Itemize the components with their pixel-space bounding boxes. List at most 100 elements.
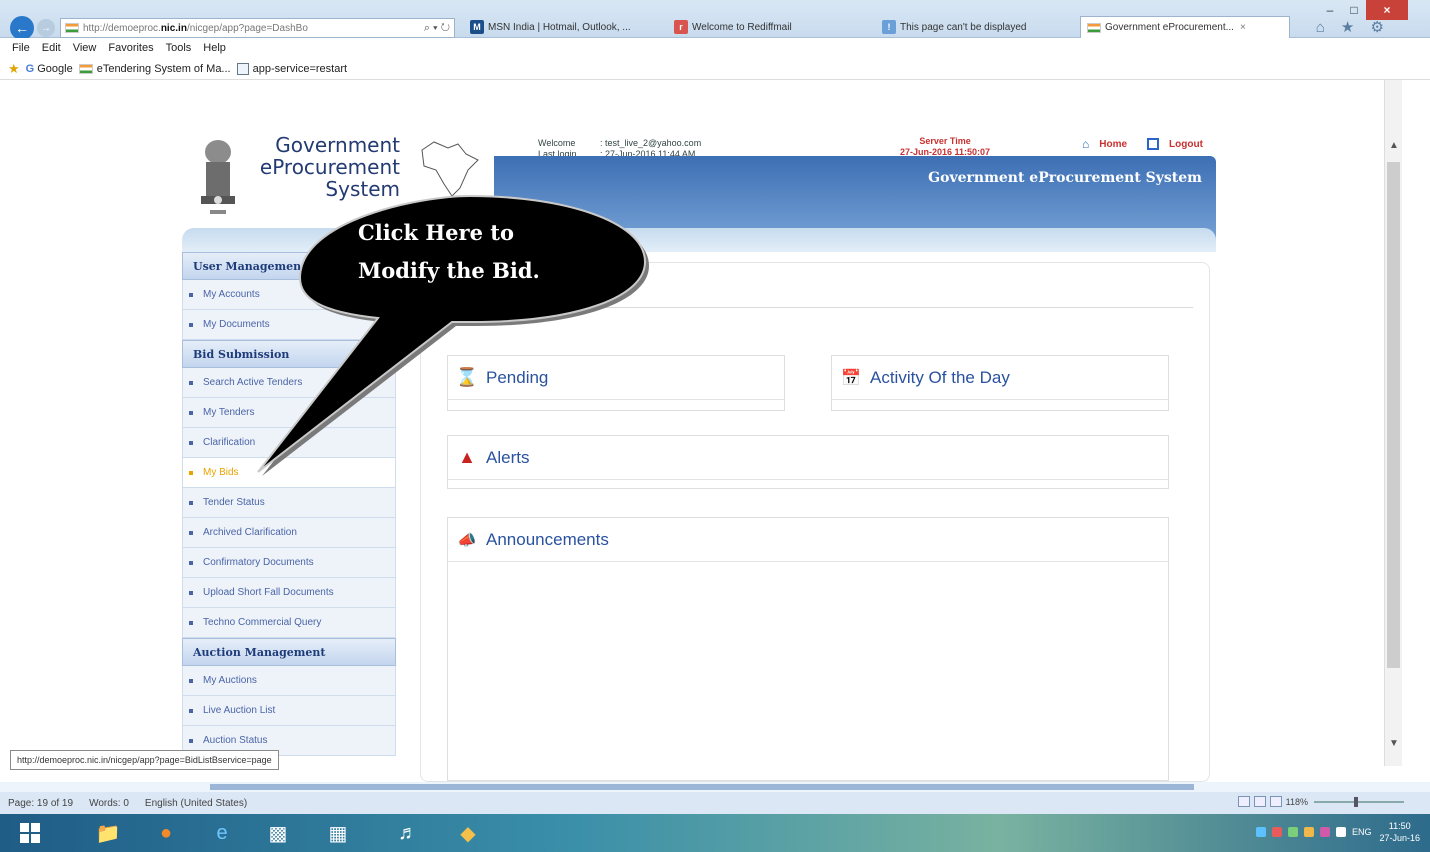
sidebar-item-label: My Bids bbox=[203, 467, 239, 478]
sidebar-menu: User Management My Accounts My Documents… bbox=[182, 252, 396, 756]
address-bar[interactable]: http://demoeproc. nic.in/nicgep/app?page=… bbox=[60, 18, 455, 38]
sidebar-item-search-active-tenders[interactable]: Search Active Tenders bbox=[182, 368, 396, 398]
alerts-header[interactable]: ▲ Alerts bbox=[448, 436, 1168, 480]
sidebar-item-tender-status[interactable]: Tender Status bbox=[182, 488, 396, 518]
server-time-label: Server Time bbox=[919, 136, 971, 146]
sidebar-item-label: Techno Commercial Query bbox=[203, 617, 322, 628]
close-button[interactable]: × bbox=[1366, 0, 1408, 20]
window-controls: – □ × bbox=[1318, 0, 1408, 20]
logout-link[interactable]: Logout bbox=[1147, 137, 1213, 151]
sidebar-item-my-auctions[interactable]: My Auctions bbox=[182, 666, 396, 696]
taskbar-clock[interactable]: 11:50 27-Jun-16 bbox=[1379, 820, 1420, 844]
input-language[interactable]: ENG bbox=[1352, 827, 1372, 837]
activity-panel: 📅 Activity Of the Day bbox=[831, 355, 1169, 411]
sidebar-item-confirmatory-documents[interactable]: Confirmatory Documents bbox=[182, 548, 396, 578]
publisher-icon[interactable]: ▦ bbox=[316, 818, 360, 848]
favorite-google[interactable]: G Google bbox=[26, 63, 73, 75]
scroll-thumb[interactable] bbox=[1387, 162, 1400, 668]
tray-update-icon[interactable] bbox=[1287, 827, 1298, 837]
tray-network-icon[interactable] bbox=[1255, 827, 1266, 837]
sidebar-item-label: My Tenders bbox=[203, 407, 255, 418]
full-screen-icon[interactable] bbox=[1253, 796, 1266, 807]
favorite-etendering[interactable]: eTendering System of Ma... bbox=[78, 63, 231, 75]
address-actions[interactable]: ⌕ ▾ ↻ bbox=[424, 22, 450, 35]
menu-view[interactable]: View bbox=[73, 42, 97, 54]
back-button[interactable]: ← bbox=[10, 16, 34, 40]
bullet-icon bbox=[189, 530, 193, 535]
bullet-icon bbox=[189, 560, 193, 565]
word-count[interactable]: Words: 0 bbox=[89, 798, 129, 809]
favorite-app-service[interactable]: app-service=restart bbox=[236, 62, 348, 75]
scroll-up-icon[interactable]: ▲ bbox=[1385, 136, 1403, 154]
page-count[interactable]: Page: 19 of 19 bbox=[8, 798, 73, 809]
home-link[interactable]: ⌂ Home bbox=[1082, 137, 1137, 151]
megaphone-icon: 📣 bbox=[457, 531, 477, 549]
sidebar-item-upload-short-fall-documents[interactable]: Upload Short Fall Documents bbox=[182, 578, 396, 608]
view-controls: 118% bbox=[1237, 796, 1410, 807]
announcements-title: Announcements bbox=[486, 529, 609, 549]
browser-toolbar-icons[interactable]: ⌂ ★ ⚙ bbox=[1316, 18, 1390, 36]
sidebar-item-my-tenders[interactable]: My Tenders bbox=[182, 398, 396, 428]
sidebar-item-label: Live Auction List bbox=[203, 705, 276, 716]
print-layout-icon[interactable] bbox=[1237, 796, 1250, 807]
bullet-icon bbox=[189, 322, 193, 327]
windows-logo-icon bbox=[20, 823, 40, 843]
tab-close-icon[interactable]: × bbox=[1240, 22, 1246, 33]
hscroll-thumb[interactable] bbox=[210, 784, 1194, 790]
forward-button[interactable]: → bbox=[37, 19, 55, 37]
home-label: Home bbox=[1099, 138, 1128, 150]
favorites-star-icon[interactable]: ★ bbox=[8, 61, 20, 77]
file-explorer-icon[interactable]: 📁 bbox=[86, 818, 130, 848]
sidebar-item-label: Confirmatory Documents bbox=[203, 557, 314, 568]
tab-error-page[interactable]: ! This page can't be displayed bbox=[876, 16, 1076, 38]
favorite-label: app-service=restart bbox=[252, 62, 348, 75]
menu-tools[interactable]: Tools bbox=[166, 42, 192, 54]
menu-help[interactable]: Help bbox=[203, 42, 226, 54]
pending-header[interactable]: ⌛ Pending bbox=[448, 356, 784, 400]
tab-msn[interactable]: M MSN India | Hotmail, Outlook, ... bbox=[464, 16, 664, 38]
msn-icon: M bbox=[470, 20, 484, 34]
sidebar-item-label: Archived Clarification bbox=[203, 527, 297, 538]
horizontal-scrollbar[interactable] bbox=[0, 782, 1430, 792]
tray-security-icon[interactable] bbox=[1271, 827, 1282, 837]
menu-favorites[interactable]: Favorites bbox=[108, 42, 153, 54]
zoom-level[interactable]: 118% bbox=[1286, 797, 1308, 807]
windows-taskbar: 📁 ● e ▩ ▦ ♬ ◆ ENG 11:50 27-Jun-16 bbox=[0, 814, 1430, 852]
tab-rediff[interactable]: r Welcome to Rediffmail bbox=[668, 16, 868, 38]
start-button[interactable] bbox=[8, 818, 52, 848]
language-status[interactable]: English (United States) bbox=[145, 798, 247, 809]
announcements-header[interactable]: 📣 Announcements bbox=[448, 518, 1168, 562]
sidebar-item-techno-commercial-query[interactable]: Techno Commercial Query bbox=[182, 608, 396, 638]
scroll-down-icon[interactable]: ▼ bbox=[1385, 734, 1403, 752]
web-layout-icon[interactable] bbox=[1269, 796, 1282, 807]
menu-edit[interactable]: Edit bbox=[42, 42, 61, 54]
minimize-button[interactable]: – bbox=[1318, 0, 1342, 20]
sidebar-item-my-bids[interactable]: My Bids bbox=[182, 458, 396, 488]
vertical-scrollbar[interactable]: ▲ ▼ bbox=[1384, 80, 1402, 766]
bullet-icon bbox=[189, 470, 193, 475]
firefox-icon[interactable]: ● bbox=[144, 818, 188, 848]
bluestacks-icon[interactable]: ◆ bbox=[446, 818, 490, 848]
zoom-slider[interactable] bbox=[1314, 796, 1404, 807]
tray-volume-icon[interactable] bbox=[1335, 827, 1346, 837]
site-logo[interactable]: Government eProcurement System bbox=[254, 134, 400, 200]
callout-line-1: Click Here to bbox=[358, 220, 514, 245]
sidebar-item-clarification[interactable]: Clarification bbox=[182, 428, 396, 458]
sidebar-item-live-auction-list[interactable]: Live Auction List bbox=[182, 696, 396, 726]
sidebar-item-archived-clarification[interactable]: Archived Clarification bbox=[182, 518, 396, 548]
activity-header[interactable]: 📅 Activity Of the Day bbox=[832, 356, 1168, 400]
internet-explorer-icon[interactable]: e bbox=[200, 818, 244, 848]
zoom-knob[interactable] bbox=[1354, 796, 1358, 807]
sidebar-item-label: My Accounts bbox=[203, 289, 260, 300]
tab-eprocurement[interactable]: Government eProcurement... × bbox=[1080, 16, 1290, 38]
tray-misc-icon[interactable] bbox=[1319, 827, 1330, 837]
sidebar-item-label: Clarification bbox=[203, 437, 256, 448]
word-icon[interactable]: ▩ bbox=[256, 818, 300, 848]
india-flag-icon bbox=[65, 23, 79, 33]
menu-file[interactable]: File bbox=[12, 42, 30, 54]
sidebar-item-my-documents[interactable]: My Documents bbox=[182, 310, 396, 340]
tray-app-icon[interactable] bbox=[1303, 827, 1314, 837]
status-url: http://demoeproc.nic.in/nicgep/app?page=… bbox=[10, 750, 279, 770]
headphones-app-icon[interactable]: ♬ bbox=[386, 818, 430, 848]
maximize-button[interactable]: □ bbox=[1342, 0, 1366, 20]
